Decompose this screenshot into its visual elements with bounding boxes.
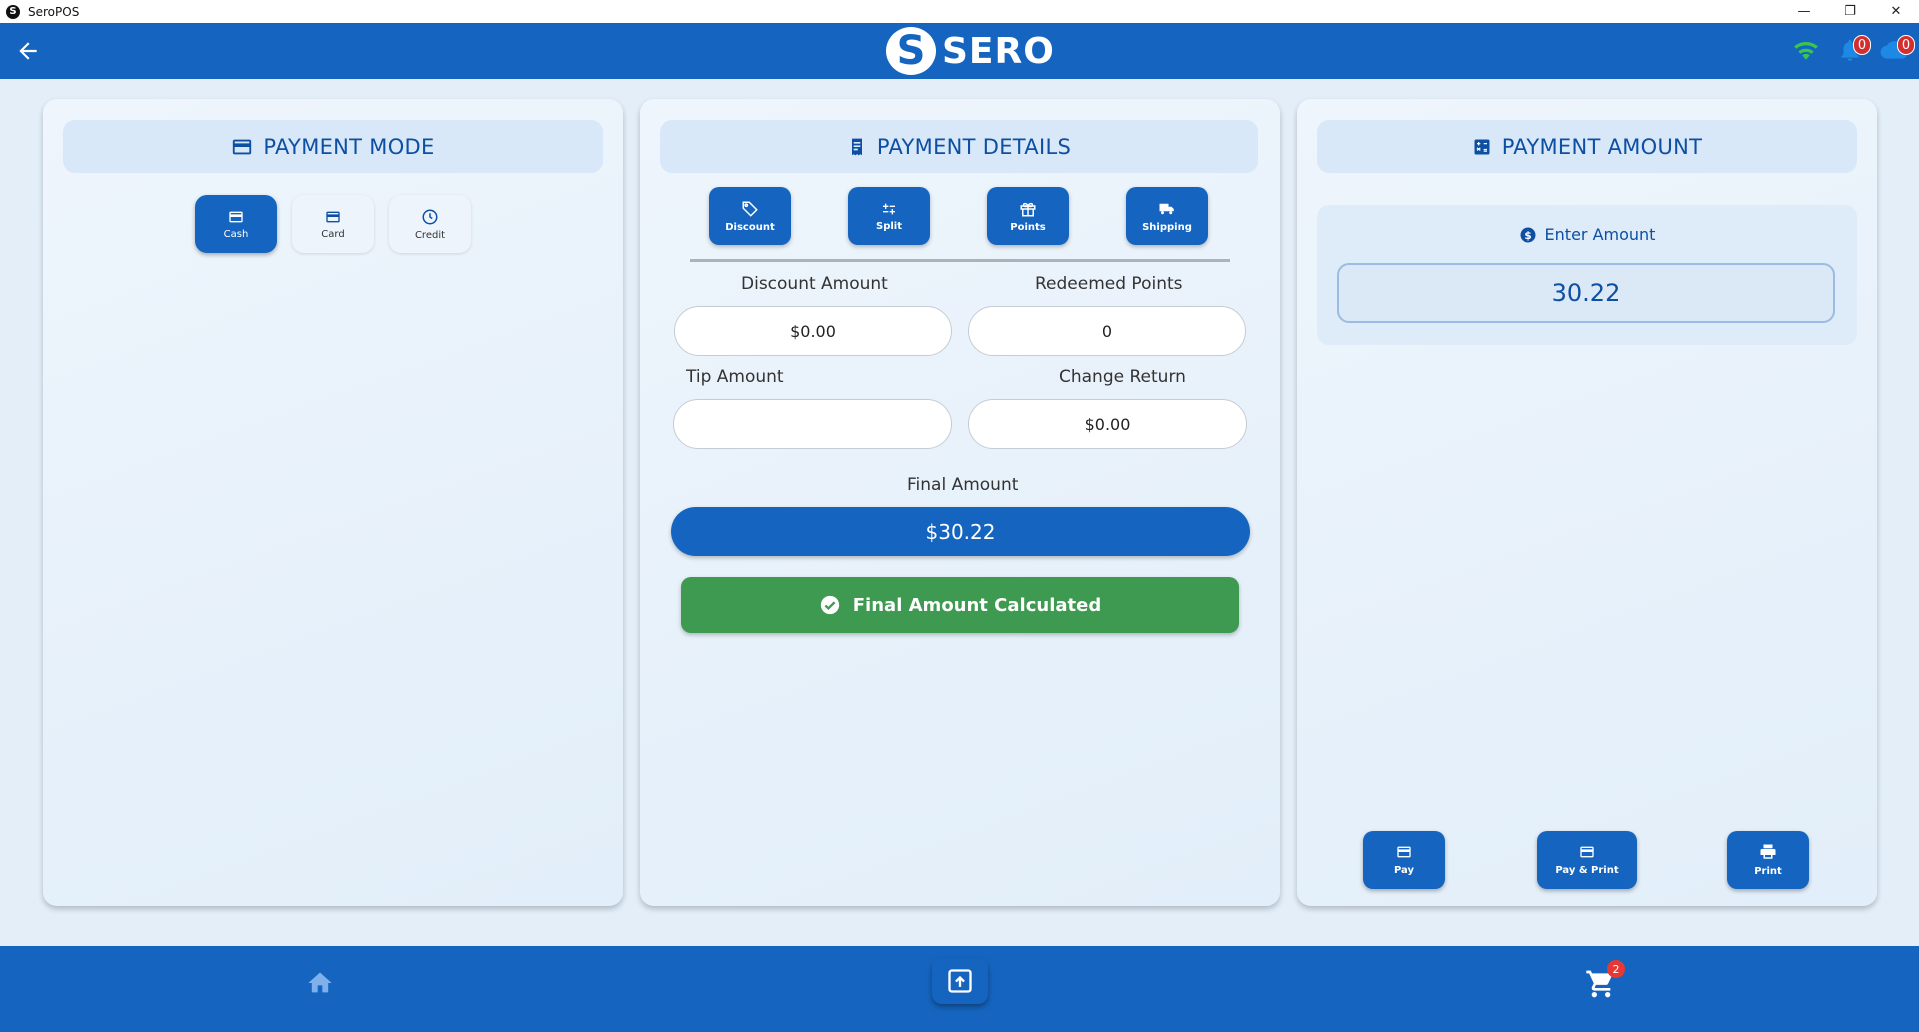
final-amount-calculated-label: Final Amount Calculated <box>852 594 1102 616</box>
payment-amount-panel: PAYMENT AMOUNT $ Enter Amount 30.22 Pay … <box>1297 99 1877 906</box>
tab-divider <box>690 259 1230 262</box>
discount-amount-label: Discount Amount <box>741 274 888 294</box>
window-titlebar: S SeroPOS — ❐ ✕ <box>0 0 1919 23</box>
logo-text: SERO <box>942 30 1055 72</box>
pay-and-print-button[interactable]: Pay & Print <box>1537 831 1637 889</box>
pay-label: Pay <box>1393 865 1415 876</box>
notifications-button[interactable]: 0 <box>1833 35 1871 65</box>
print-label: Print <box>1754 866 1782 877</box>
redeemed-points-field[interactable]: 0 <box>968 306 1246 356</box>
upload-screen-button[interactable] <box>932 958 988 1004</box>
payment-mode-panel: PAYMENT MODE Cash Card Credit <box>43 99 623 906</box>
truck-icon <box>1159 203 1174 214</box>
mode-credit-button[interactable]: Credit <box>389 195 471 253</box>
app-icon: S <box>6 4 20 19</box>
receipt-icon <box>851 138 862 155</box>
mode-card-button[interactable]: Card <box>292 195 374 253</box>
shipping-tab-button[interactable]: Shipping <box>1126 187 1208 245</box>
payment-mode-options: Cash Card Credit <box>195 195 471 253</box>
print-button[interactable]: Print <box>1727 831 1809 889</box>
window-controls: — ❐ ✕ <box>1781 0 1919 23</box>
final-amount-calculated-button[interactable]: Final Amount Calculated <box>681 577 1239 633</box>
svg-text:$: $ <box>1524 229 1531 241</box>
app-header: S SERO 0 0 <box>0 23 1919 79</box>
notifications-badge: 0 <box>1853 35 1871 55</box>
enter-amount-header: $ Enter Amount <box>1317 225 1857 244</box>
redeemed-points-label: Redeemed Points <box>1035 274 1183 294</box>
restore-button[interactable]: ❐ <box>1827 0 1873 23</box>
home-icon <box>308 972 332 993</box>
card-icon <box>326 211 340 222</box>
window-title: SeroPOS <box>28 4 80 19</box>
discount-tab-label: Discount <box>725 221 775 233</box>
printer-icon <box>1760 844 1776 859</box>
points-tab-button[interactable]: Points <box>987 187 1069 245</box>
points-tab-label: Points <box>1010 221 1046 233</box>
calculator-icon <box>1474 139 1490 154</box>
payment-details-panel: PAYMENT DETAILS Discount Split Points Sh… <box>640 99 1280 906</box>
header-status-icons: 0 0 <box>1789 35 1915 65</box>
dollar-circle-icon: $ <box>1520 227 1536 242</box>
split-tab-button[interactable]: Split <box>848 187 930 245</box>
mode-card-label: Card <box>321 228 345 240</box>
split-tab-label: Split <box>876 220 902 232</box>
card-icon <box>1397 846 1411 858</box>
tag-icon <box>742 201 758 217</box>
check-circle-icon <box>820 595 839 615</box>
shipping-tab-label: Shipping <box>1142 221 1192 233</box>
split-icon <box>883 203 895 214</box>
final-amount-label: Final Amount <box>907 475 1019 495</box>
payment-amount-header: PAYMENT AMOUNT <box>1317 120 1857 173</box>
final-amount-display: $30.22 <box>671 507 1250 556</box>
wifi-icon <box>1794 41 1818 60</box>
upload-box-icon <box>948 969 972 993</box>
gift-icon <box>1020 202 1036 216</box>
mode-cash-label: Cash <box>223 228 249 240</box>
payment-amount-title: PAYMENT AMOUNT <box>1501 134 1703 159</box>
pay-and-print-label: Pay & Print <box>1555 865 1619 876</box>
wifi-status <box>1789 35 1823 65</box>
sero-logo: S SERO <box>886 27 1055 75</box>
minimize-button[interactable]: — <box>1781 0 1827 23</box>
card-icon <box>1580 846 1594 858</box>
payment-details-tabs: Discount Split Points Shipping <box>709 187 1208 245</box>
close-button[interactable]: ✕ <box>1873 0 1919 23</box>
cloud-sync-button[interactable]: 0 <box>1877 35 1915 65</box>
discount-tab-button[interactable]: Discount <box>709 187 791 245</box>
payment-details-header: PAYMENT DETAILS <box>660 120 1258 173</box>
cash-icon <box>229 211 243 222</box>
arrow-left-icon <box>19 42 37 60</box>
discount-amount-field[interactable]: $0.00 <box>674 306 952 356</box>
cloud-badge: 0 <box>1897 35 1915 55</box>
mode-credit-label: Credit <box>414 229 446 241</box>
credit-card-icon <box>233 139 252 154</box>
clock-icon <box>422 209 438 224</box>
mode-cash-button[interactable]: Cash <box>195 195 277 253</box>
cart-count-badge: 2 <box>1607 960 1625 978</box>
home-button[interactable] <box>303 966 337 1000</box>
cart-button[interactable]: 2 <box>1583 960 1625 1002</box>
bottom-navigation: 2 <box>0 946 1919 1032</box>
payment-mode-title: PAYMENT MODE <box>263 134 435 159</box>
enter-amount-label: Enter Amount <box>1544 225 1656 244</box>
change-return-label: Change Return <box>1059 367 1186 387</box>
payment-mode-header: PAYMENT MODE <box>63 120 603 173</box>
change-return-field[interactable]: $0.00 <box>968 399 1247 449</box>
logo-badge: S <box>886 27 936 75</box>
tip-amount-field[interactable] <box>673 399 952 449</box>
back-button[interactable] <box>12 35 44 67</box>
enter-amount-card: $ Enter Amount 30.22 <box>1317 205 1857 345</box>
pay-button[interactable]: Pay <box>1363 831 1445 889</box>
tip-amount-label: Tip Amount <box>686 367 784 387</box>
payment-details-title: PAYMENT DETAILS <box>876 134 1072 159</box>
amount-input[interactable]: 30.22 <box>1337 263 1835 323</box>
